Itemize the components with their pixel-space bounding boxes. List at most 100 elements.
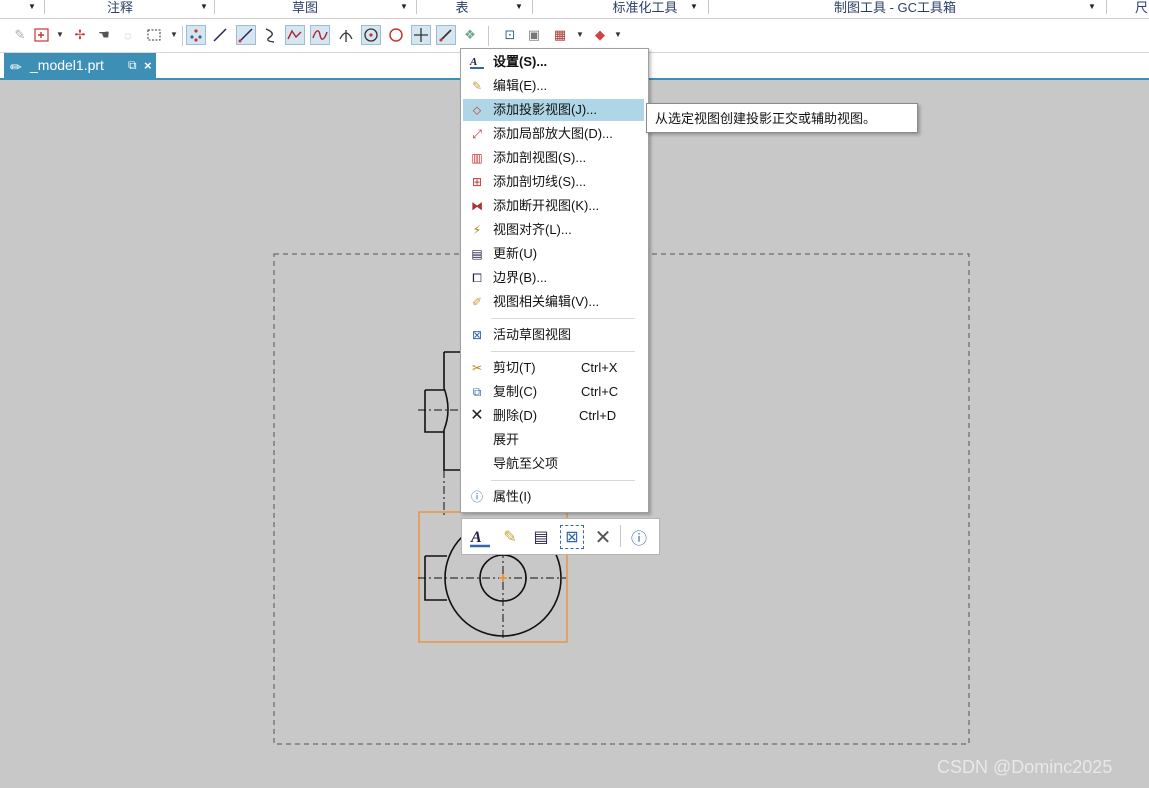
- menu-item-update[interactable]: ▤ 更新(U): [463, 243, 644, 265]
- drawing-file-icon: ✏: [10, 59, 22, 75]
- menu-item-label: 编辑(E)...: [493, 78, 548, 93]
- ribbon-dropdown-icon[interactable]: ▼: [200, 0, 208, 14]
- menu-item-add-section-view[interactable]: ▥ 添加剖视图(S)...: [463, 147, 644, 169]
- ribbon-group-standard-tools[interactable]: 标准化工具: [600, 0, 690, 16]
- hand-icon[interactable]: ☚: [94, 25, 114, 45]
- tab-label: _model1.prt: [30, 57, 104, 73]
- view-icon[interactable]: ▣: [524, 25, 544, 45]
- active-sketch-view-icon[interactable]: ⊠: [560, 525, 584, 549]
- spline-icon[interactable]: [285, 25, 305, 45]
- ribbon-dropdown-icon[interactable]: ▼: [690, 0, 698, 14]
- sketch-icon[interactable]: ❖: [460, 25, 480, 45]
- menu-item-add-projected-view[interactable]: ⬦ 添加投影视图(J)...: [463, 99, 644, 121]
- drag-icon[interactable]: ✢: [70, 25, 90, 45]
- zoom-icon[interactable]: ⊡: [500, 25, 520, 45]
- lasso-icon[interactable]: ◌: [118, 25, 138, 45]
- update-icon: ▤: [471, 247, 483, 261]
- svg-text:A: A: [469, 56, 477, 68]
- menu-item-label: 导航至父项: [493, 456, 559, 471]
- render-icon[interactable]: ◆: [590, 25, 610, 45]
- point-icon[interactable]: [186, 25, 206, 45]
- ribbon-divider: [708, 0, 709, 14]
- ribbon-dropdown-icon[interactable]: ▼: [400, 0, 408, 14]
- ribbon-divider: [44, 0, 45, 14]
- snap-icon[interactable]: ✎: [10, 25, 30, 45]
- ribbon-dropdown-icon[interactable]: ▼: [515, 0, 523, 14]
- menu-item-edit[interactable]: ✎ 编辑(E)...: [463, 75, 644, 97]
- menu-item-shortcut: Ctrl+D: [579, 408, 617, 423]
- toolbar-divider: [182, 26, 183, 46]
- menu-item-label: 属性(I): [493, 489, 532, 504]
- menu-item-label: 设置(S)...: [493, 54, 548, 69]
- menu-item-label: 添加剖视图(S)...: [493, 150, 587, 165]
- ribbon-divider: [416, 0, 417, 14]
- ribbon-divider: [214, 0, 215, 14]
- pencil-icon[interactable]: [436, 25, 456, 45]
- insert-view-icon[interactable]: [32, 25, 52, 45]
- properties-icon[interactable]: ⓘ: [627, 525, 651, 549]
- circle-icon[interactable]: [386, 25, 406, 45]
- undock-icon[interactable]: ⧉: [128, 53, 137, 78]
- section-view-icon: ▥: [471, 151, 483, 165]
- scissors-icon: ✂: [471, 361, 483, 375]
- line-icon[interactable]: [210, 25, 230, 45]
- menu-item-cut[interactable]: ✂ 剪切(T) Ctrl+X: [463, 357, 644, 379]
- close-icon[interactable]: ×: [144, 53, 152, 78]
- ribbon-dropdown-icon[interactable]: ▼: [28, 0, 36, 14]
- menu-separator: [491, 318, 635, 319]
- ribbon-group-drafting-tools[interactable]: 制图工具 - GC工具箱: [820, 0, 970, 16]
- settings-icon: A: [469, 54, 485, 70]
- ribbon-group-bar: ▼ 注释 ▼ 草图 ▼ 表 ▼ 标准化工具 ▼ 制图工具 - GC工具箱 ▼ 尺: [0, 0, 1149, 19]
- delete-icon: ✕: [470, 407, 484, 424]
- update-icon[interactable]: ▤: [529, 525, 553, 549]
- menu-item-boundary[interactable]: ⧠ 边界(B)...: [463, 267, 644, 289]
- menu-item-add-break-view[interactable]: ⧓ 添加断开视图(K)...: [463, 195, 644, 217]
- menu-item-properties[interactable]: ⓘ 属性(I): [463, 486, 644, 508]
- menu-item-navigate-to-parent[interactable]: 导航至父项: [463, 453, 644, 475]
- menu-item-label: 添加投影视图(J)...: [493, 102, 597, 117]
- menu-item-delete[interactable]: ✕ 删除(D) Ctrl+D: [463, 405, 644, 427]
- ribbon-group-annotation[interactable]: 注释: [60, 0, 180, 16]
- ribbon-group-table[interactable]: 表: [432, 0, 492, 16]
- delete-icon[interactable]: ✕: [591, 525, 615, 549]
- chevron-down-icon[interactable]: ▼: [56, 30, 64, 39]
- projected-view-icon: ⬦: [472, 103, 482, 117]
- menu-item-shortcut: Ctrl+C: [581, 384, 619, 399]
- boundary-icon: ⧠: [472, 271, 482, 285]
- menu-item-settings[interactable]: A 设置(S)...: [463, 51, 644, 73]
- detail-view-icon: ⤢: [472, 127, 482, 141]
- menu-item-align-view[interactable]: ⚡ 视图对齐(L)...: [463, 219, 644, 241]
- menu-item-label: 边界(B)...: [493, 270, 548, 285]
- circle-center-icon[interactable]: [361, 25, 381, 45]
- line-tool-icon[interactable]: [236, 25, 256, 45]
- intersect-icon[interactable]: [336, 25, 356, 45]
- view-elevation: [424, 351, 460, 471]
- table-icon[interactable]: ▦: [550, 25, 570, 45]
- chevron-down-icon[interactable]: ▼: [614, 30, 622, 39]
- break-view-icon: ⧓: [471, 199, 483, 213]
- ribbon-group-dimension[interactable]: 尺: [1134, 0, 1149, 16]
- copy-icon: ⧉: [472, 385, 482, 399]
- toolbar-divider: [620, 525, 621, 547]
- cross-icon[interactable]: [411, 25, 431, 45]
- ribbon-dropdown-icon[interactable]: ▼: [1088, 0, 1096, 14]
- chevron-down-icon[interactable]: ▼: [170, 30, 178, 39]
- menu-separator: [491, 351, 635, 352]
- menu-item-label: 剪切(T): [493, 360, 536, 375]
- edit-icon[interactable]: ✎: [498, 525, 522, 549]
- menu-item-expand[interactable]: 展开: [463, 429, 644, 451]
- arc-icon[interactable]: [260, 25, 280, 45]
- menu-item-add-section-line[interactable]: ⊞ 添加剖切线(S)...: [463, 171, 644, 193]
- tab-model1-prt[interactable]: ✏ _model1.prt ⧉ ×: [4, 53, 156, 78]
- settings-icon[interactable]: A: [468, 525, 492, 549]
- select-box-icon[interactable]: [144, 25, 164, 45]
- menu-item-add-detail-view[interactable]: ⤢ 添加局部放大图(D)...: [463, 123, 644, 145]
- chevron-down-icon[interactable]: ▼: [576, 30, 584, 39]
- curve-icon[interactable]: [310, 25, 330, 45]
- align-view-icon: ⚡: [472, 223, 482, 237]
- ribbon-group-sketch[interactable]: 草图: [245, 0, 365, 16]
- menu-item-copy[interactable]: ⧉ 复制(C) Ctrl+C: [463, 381, 644, 403]
- menu-item-view-dependent-edit[interactable]: ✐ 视图相关编辑(V)...: [463, 291, 644, 313]
- menu-item-active-sketch-view[interactable]: ⊠ 活动草图视图: [463, 324, 644, 346]
- menu-item-label: 复制(C): [493, 384, 538, 399]
